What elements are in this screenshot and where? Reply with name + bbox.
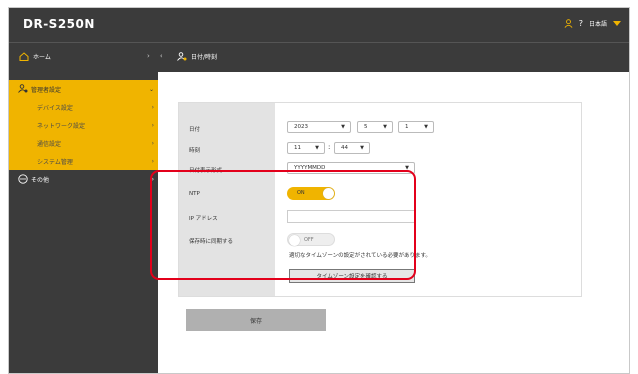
chevron-down-icon: ⌄: [148, 85, 154, 93]
home-label: ホーム: [33, 54, 51, 61]
brand-title: DR-S250N: [23, 17, 95, 31]
sidebar: 管理者設定 ⌄ デバイス設定 › ネットワーク設定 › 通信設定 › システム管…: [9, 72, 158, 373]
sidebar-item-label: システム管理: [37, 158, 73, 166]
sidebar-item-label: 管理者設定: [31, 86, 62, 94]
language-dropdown-icon[interactable]: [613, 21, 621, 26]
header-actions: ? 日本語: [564, 19, 621, 28]
year-select[interactable]: 2023 ▼: [287, 121, 351, 133]
sidebar-item-communication-settings[interactable]: 通信設定 ›: [9, 134, 158, 152]
dropdown-arrow-icon: ▼: [360, 145, 364, 151]
hour-value: 11: [294, 145, 301, 151]
dropdown-arrow-icon: ▼: [341, 124, 345, 130]
month-select[interactable]: 5 ▼: [357, 121, 393, 133]
day-value: 1: [405, 124, 409, 130]
admin-settings-icon: [18, 84, 28, 95]
chevron-right-icon: ›: [151, 139, 154, 147]
sidebar-item-label: 通信設定: [37, 140, 62, 148]
sidebar-item-device-settings[interactable]: デバイス設定 ›: [9, 98, 158, 116]
time-separator: :: [328, 143, 331, 151]
sidebar-item-system-management[interactable]: システム管理 ›: [9, 152, 158, 170]
chevron-right-icon: ›: [151, 103, 154, 111]
dropdown-arrow-icon: ▼: [315, 145, 319, 151]
sidebar-item-label: デバイス設定: [37, 104, 73, 112]
minute-select[interactable]: 44 ▼: [334, 142, 370, 154]
chevron-right-icon: ›: [151, 121, 154, 129]
hour-select[interactable]: 11 ▼: [287, 142, 325, 154]
minute-value: 44: [341, 145, 348, 151]
language-label[interactable]: 日本語: [589, 19, 607, 28]
sidebar-item-admin-settings[interactable]: 管理者設定 ⌄: [9, 80, 158, 98]
date-label: 日付: [189, 127, 201, 133]
sidebar-item-label: その他: [31, 176, 50, 184]
highlight-frame: [150, 170, 416, 280]
sidebar-item-label: ネットワーク設定: [37, 122, 86, 130]
time-label: 時刻: [189, 148, 201, 154]
breadcrumb: 日付/時刻: [177, 52, 217, 61]
help-icon[interactable]: ?: [579, 19, 583, 28]
home-link[interactable]: ホーム: [19, 52, 51, 61]
home-icon: [19, 52, 29, 61]
chevron-right-icon: ›: [151, 157, 154, 165]
admin-settings-icon: [177, 52, 187, 61]
dropdown-arrow-icon: ▼: [383, 124, 387, 130]
expand-arrow-icon[interactable]: ‹: [160, 52, 163, 60]
collapse-arrow-icon[interactable]: ›: [147, 52, 150, 60]
sidebar-toggle-arrows: › ‹: [147, 52, 163, 60]
dropdown-arrow-icon: ▼: [424, 124, 428, 130]
save-button[interactable]: 保存: [186, 309, 326, 331]
day-select[interactable]: 1 ▼: [398, 121, 434, 133]
nav-bar: ホーム › ‹ 日付/時刻: [9, 42, 629, 72]
sidebar-item-other[interactable]: その他 ›: [9, 170, 158, 188]
app-header: DR-S250N ? 日本語: [9, 8, 629, 42]
breadcrumb-label: 日付/時刻: [191, 54, 218, 61]
month-value: 5: [364, 124, 368, 130]
sidebar-item-network-settings[interactable]: ネットワーク設定 ›: [9, 116, 158, 134]
year-value: 2023: [294, 124, 308, 130]
more-icon: [18, 174, 28, 186]
user-icon[interactable]: [564, 19, 573, 28]
